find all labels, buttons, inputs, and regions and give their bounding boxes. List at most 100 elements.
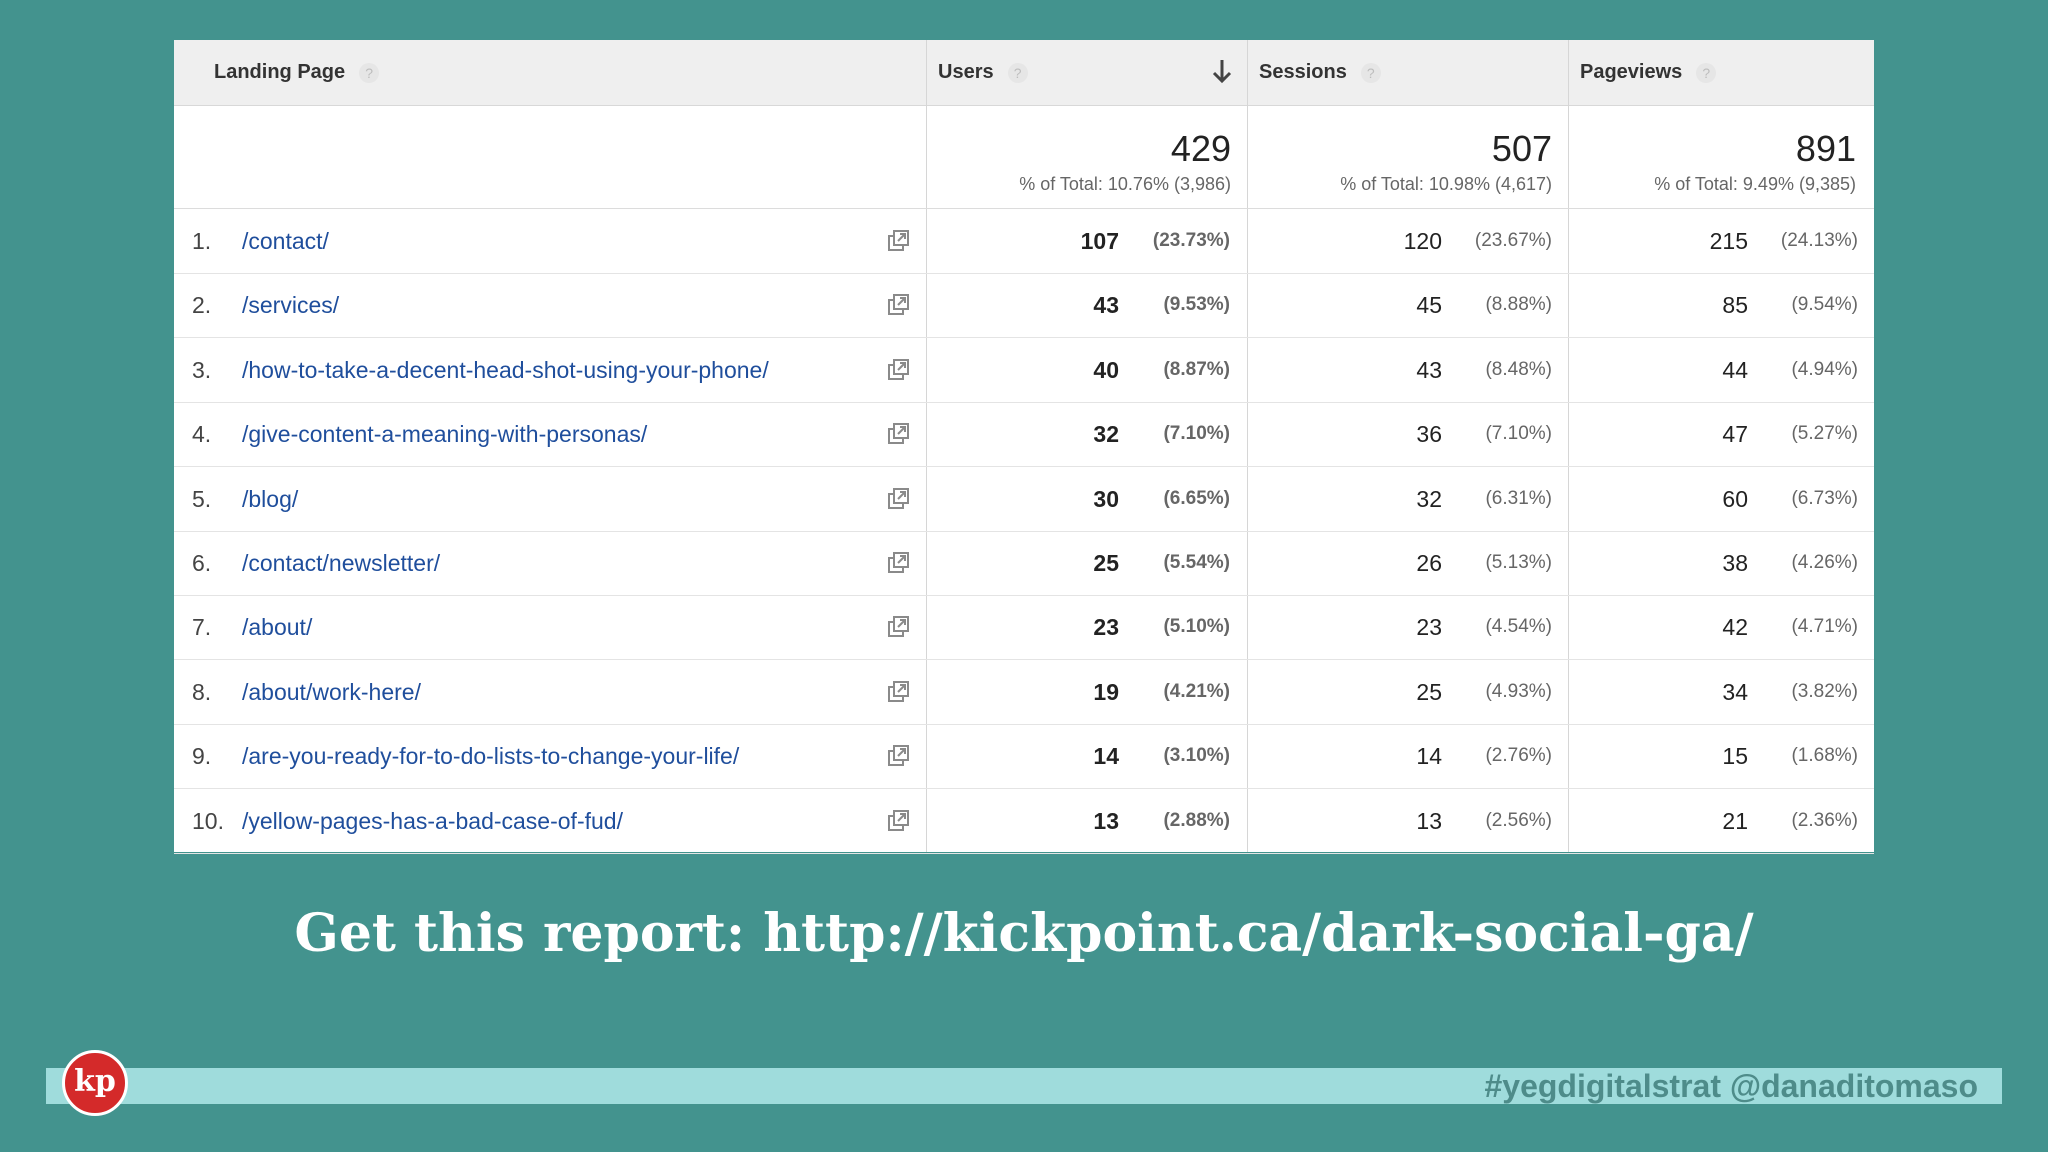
landing-page-link[interactable]: /about/ <box>242 595 312 659</box>
users-percent: (5.10%) <box>1163 616 1230 638</box>
pageviews-value: 215 <box>1709 228 1748 254</box>
pageviews-total: 891 <box>1795 128 1856 169</box>
pageviews-value: 44 <box>1722 356 1748 383</box>
sessions-value: 45 <box>1416 292 1442 319</box>
landing-page-link[interactable]: /yellow-pages-has-a-bad-case-of-fud/ <box>242 789 623 853</box>
pageviews-percent: (5.27%) <box>1791 423 1858 445</box>
sessions-percent: (4.54%) <box>1485 616 1552 638</box>
pageviews-percent: (4.26%) <box>1791 552 1858 573</box>
sessions-value: 23 <box>1416 614 1442 641</box>
landing-page-link[interactable]: /services/ <box>242 273 339 337</box>
sessions-percent: (5.13%) <box>1485 552 1552 573</box>
kickpoint-logo: kp <box>62 1050 128 1116</box>
table-row[interactable]: 2. /services/43 (9.53%) 45 (8.88%) 85 (9.54%) <box>174 273 1874 339</box>
pageviews-value: 38 <box>1722 550 1748 576</box>
sort-descending-arrow-icon[interactable] <box>1210 56 1234 88</box>
users-percent: (3.10%) <box>1163 745 1230 767</box>
pageviews-value: 60 <box>1722 485 1748 512</box>
landing-page-link[interactable]: /how-to-take-a-decent-head-shot-using-yo… <box>242 338 769 402</box>
row-rank: 6. <box>192 550 212 576</box>
pageviews-percent: (2.36%) <box>1791 809 1858 831</box>
users-percent: (6.65%) <box>1163 487 1230 509</box>
sessions-percent: (2.76%) <box>1485 745 1552 767</box>
table-header: Landing Page ? Users ? Sessions ? Pagevi… <box>174 40 1874 106</box>
users-value: 14 <box>1093 743 1119 770</box>
row-rank: 1. <box>192 228 212 254</box>
pageviews-value: 85 <box>1722 292 1748 319</box>
sessions-value: 26 <box>1416 550 1442 576</box>
report-link-caption: Get this report: http://kickpoint.ca/dar… <box>294 903 1754 964</box>
sessions-value: 13 <box>1416 807 1442 834</box>
users-percent: (8.87%) <box>1163 358 1230 380</box>
users-percent: (7.10%) <box>1163 423 1230 445</box>
column-header-sessions[interactable]: Sessions ? <box>1259 40 1381 105</box>
open-in-new-window-icon[interactable] <box>887 358 911 382</box>
pageviews-percent: (1.68%) <box>1791 745 1858 767</box>
pageviews-value: 42 <box>1722 614 1748 641</box>
column-header-users[interactable]: Users ? <box>938 40 1238 105</box>
totals-row: 429 % of Total: 10.76% (3,986) 507 % of … <box>174 106 1874 209</box>
open-in-new-window-icon[interactable] <box>887 293 911 317</box>
sessions-percent: (23.67%) <box>1474 230 1552 251</box>
table-row[interactable]: 10. /yellow-pages-has-a-bad-case-of-fud/1… <box>174 789 1874 854</box>
table-row[interactable]: 6. /contact/newsletter/25 (5.54%) 26 (5.13%)… <box>174 531 1874 596</box>
open-in-new-window-icon[interactable] <box>887 551 911 575</box>
column-header-label: Landing Page <box>214 61 346 83</box>
help-icon[interactable]: ? <box>1360 62 1381 83</box>
row-rank: 7. <box>192 614 212 641</box>
users-value: 43 <box>1093 292 1119 319</box>
help-icon[interactable]: ? <box>1007 62 1028 83</box>
pageviews-percent: (9.54%) <box>1791 294 1858 316</box>
pageviews-percent: (4.71%) <box>1791 616 1858 638</box>
users-percent: (4.21%) <box>1163 680 1230 702</box>
users-value: 13 <box>1093 807 1119 834</box>
pageviews-percent: (4.94%) <box>1791 358 1858 380</box>
pageviews-total-percent: % of Total: 9.49% (9,385) <box>1654 174 1856 194</box>
landing-page-link[interactable]: /about/work-here/ <box>242 660 421 724</box>
users-percent: (5.54%) <box>1163 552 1230 573</box>
sessions-value: 14 <box>1416 743 1442 770</box>
sessions-value: 25 <box>1416 678 1442 705</box>
sessions-total: 507 <box>1491 128 1552 169</box>
column-header-landing-page[interactable]: Landing Page ? <box>214 40 380 105</box>
landing-page-link[interactable]: /blog/ <box>242 467 298 531</box>
open-in-new-window-icon[interactable] <box>887 422 911 446</box>
open-in-new-window-icon[interactable] <box>887 744 911 768</box>
row-rank: 8. <box>192 678 212 705</box>
users-percent: (23.73%) <box>1152 230 1230 251</box>
table-row[interactable]: 5. /blog/30 (6.65%) 32 (6.31%) 60 (6.73%) <box>174 467 1874 532</box>
table-row[interactable]: 1. /contact/107 (23.73%) 120 (23.67%) 215 (24.… <box>174 209 1874 274</box>
users-value: 32 <box>1093 421 1119 448</box>
hashtag-handle: #yegdigitalstrat @danaditomaso <box>1484 1068 1978 1104</box>
table-row[interactable]: 8. /about/work-here/19 (4.21%) 25 (4.93%) 34 (… <box>174 660 1874 725</box>
table-row[interactable]: 3. /how-to-take-a-decent-head-shot-using-… <box>174 338 1874 403</box>
pageviews-value: 21 <box>1722 807 1748 834</box>
sessions-value: 36 <box>1416 421 1442 448</box>
landing-page-link[interactable]: /give-content-a-meaning-with-personas/ <box>242 402 647 466</box>
column-header-pageviews[interactable]: Pageviews ? <box>1580 40 1717 105</box>
row-rank: 5. <box>192 485 212 512</box>
table-row[interactable]: 4. /give-content-a-meaning-with-personas/… <box>174 402 1874 468</box>
row-rank: 10. <box>192 807 224 834</box>
sessions-total-percent: % of Total: 10.98% (4,617) <box>1340 174 1552 194</box>
landing-page-link[interactable]: /are-you-ready-for-to-do-lists-to-change… <box>242 724 739 788</box>
users-total-percent: % of Total: 10.76% (3,986) <box>1019 174 1231 194</box>
open-in-new-window-icon[interactable] <box>887 229 911 253</box>
row-rank: 2. <box>192 292 212 319</box>
landing-page-link[interactable]: /contact/ <box>242 209 329 273</box>
open-in-new-window-icon[interactable] <box>887 809 911 833</box>
help-icon[interactable]: ? <box>1696 62 1717 83</box>
sessions-percent: (8.88%) <box>1485 294 1552 316</box>
open-in-new-window-icon[interactable] <box>887 487 911 511</box>
sessions-value: 43 <box>1416 356 1442 383</box>
landing-page-link[interactable]: /contact/newsletter/ <box>242 531 440 595</box>
sessions-percent: (2.56%) <box>1485 809 1552 831</box>
table-row[interactable]: 9. /are-you-ready-for-to-do-lists-to-chan… <box>174 724 1874 790</box>
open-in-new-window-icon[interactable] <box>887 615 911 639</box>
pageviews-value: 34 <box>1722 678 1748 705</box>
row-rank: 3. <box>192 356 212 383</box>
table-row[interactable]: 7. /about/23 (5.10%) 23 (4.54%) 42 (4.71%) <box>174 595 1874 661</box>
help-icon[interactable]: ? <box>359 62 380 83</box>
open-in-new-window-icon[interactable] <box>887 680 911 704</box>
sessions-percent: (6.31%) <box>1485 487 1552 509</box>
